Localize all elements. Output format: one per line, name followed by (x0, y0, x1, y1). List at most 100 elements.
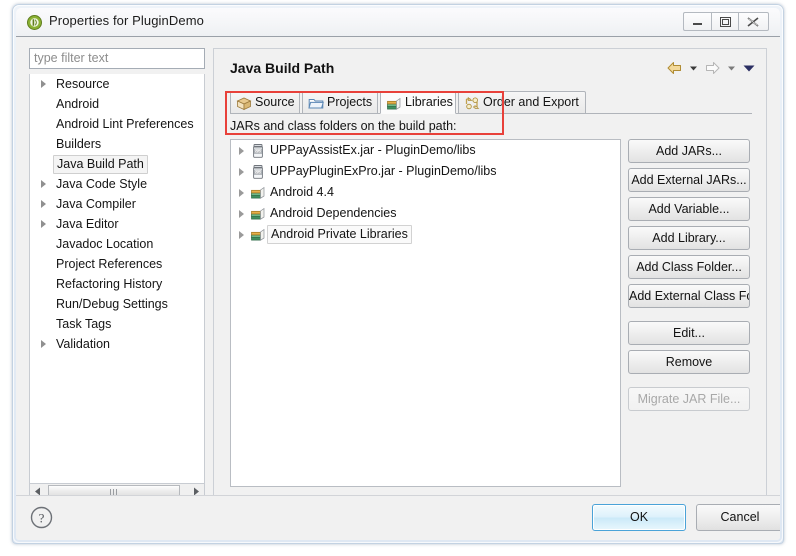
jar-icon: 010 (250, 143, 266, 159)
sidebar-item-task-tags[interactable]: Task Tags (30, 314, 204, 334)
jar-list[interactable]: 010 UPPayAssistEx.jar - PluginDemo/libs 01… (230, 139, 621, 487)
properties-dialog: Properties for PluginDemo type filter te… (16, 8, 780, 540)
sidebar-item-label: Javadoc Location (56, 237, 154, 251)
folder-icon (308, 96, 324, 111)
migrate-jar-file-button: Migrate JAR File... (628, 387, 750, 411)
tab-label: Source (255, 95, 295, 109)
ok-button[interactable]: OK (592, 504, 686, 531)
chevron-right-icon[interactable] (41, 220, 46, 228)
add-external-jars-button[interactable]: Add External JARs... (628, 168, 750, 192)
chevron-right-icon[interactable] (41, 80, 46, 88)
library-entry-label: UPPayPluginExPro.jar - PluginDemo/libs (270, 164, 497, 178)
sidebar-item-label: Android (56, 97, 100, 111)
sidebar-item-label: Run/Debug Settings (56, 297, 168, 311)
sidebar-item-java-build-path[interactable]: Java Build Path (30, 154, 204, 174)
sidebar-item-android[interactable]: Android (30, 94, 204, 114)
sidebar-item-resource[interactable]: Resource (30, 74, 204, 94)
sidebar-item-label: Android Lint Preferences (56, 117, 194, 131)
java-build-path-pane: Java Build Path Source Projects Librarie… (213, 48, 767, 501)
table-row[interactable]: Android 4.4 (231, 182, 620, 203)
chevron-right-icon[interactable] (239, 147, 244, 155)
list-caption: JARs and class folders on the build path… (230, 119, 457, 133)
order-export-icon (464, 96, 480, 111)
sidebar-item-refactoring-history[interactable]: Refactoring History (30, 274, 204, 294)
tab-source[interactable]: Source (230, 91, 300, 114)
tab-libraries[interactable]: Libraries (380, 91, 456, 114)
back-dropdown-icon[interactable] (688, 60, 699, 81)
tab-label: Order and Export (483, 95, 579, 109)
title-bar[interactable]: Properties for PluginDemo (16, 8, 780, 37)
add-variable-button[interactable]: Add Variable... (628, 197, 750, 221)
library-entry-label: UPPayAssistEx.jar - PluginDemo/libs (270, 143, 476, 157)
add-jars-button[interactable]: Add JARs... (628, 139, 750, 163)
sidebar-item-label: Validation (56, 337, 110, 351)
chevron-right-icon[interactable] (239, 210, 244, 218)
search-input[interactable]: type filter text (29, 48, 205, 69)
sidebar-item-java-compiler[interactable]: Java Compiler (30, 194, 204, 214)
library-books-icon (386, 96, 402, 111)
sidebar-item-label: Refactoring History (56, 277, 163, 291)
tab-label: Libraries (405, 95, 453, 109)
library-entry-label: Android Private Libraries (267, 225, 412, 244)
add-external-class-folder-button[interactable]: Add External Class Folder... (628, 284, 750, 308)
sidebar-item-android-lint-preferences[interactable]: Android Lint Preferences (30, 114, 204, 134)
dialog-body: type filter text Resource Android Android … (16, 37, 780, 501)
close-icon[interactable] (739, 12, 769, 31)
library-entry-label: Android 4.4 (270, 185, 334, 199)
sidebar-item-project-references[interactable]: Project References (30, 254, 204, 274)
library-books-icon (250, 185, 266, 201)
chevron-right-icon[interactable] (41, 340, 46, 348)
maximize-icon[interactable] (711, 12, 739, 31)
sidebar-item-label: Task Tags (56, 317, 112, 331)
settings-tree[interactable]: Resource Android Android Lint Preferences B… (29, 74, 205, 484)
dialog-footer: ? OK Cancel (16, 495, 780, 540)
library-books-icon (250, 227, 266, 243)
window-title: Properties for PluginDemo (49, 13, 204, 28)
edit-button[interactable]: Edit... (628, 321, 750, 345)
remove-button[interactable]: Remove (628, 350, 750, 374)
forward-dropdown-icon[interactable] (726, 60, 737, 81)
desktop-background: Properties for PluginDemo type filter te… (0, 0, 796, 556)
library-entry-label: Android Dependencies (270, 206, 397, 220)
svg-text:010: 010 (255, 149, 262, 154)
chevron-right-icon[interactable] (41, 200, 46, 208)
back-arrow-icon[interactable] (666, 60, 683, 81)
cancel-button[interactable]: Cancel (696, 504, 780, 531)
eclipse-green-circle-icon (27, 15, 42, 30)
build-path-tabs: Source Projects Libraries Order and Export (230, 91, 752, 114)
sidebar-item-java-code-style[interactable]: Java Code Style (30, 174, 204, 194)
sidebar-item-validation[interactable]: Validation (30, 334, 204, 354)
help-question-icon[interactable]: ? (30, 506, 53, 529)
tab-label: Projects (327, 95, 373, 109)
sidebar-item-label: Java Build Path (53, 155, 148, 174)
table-row[interactable]: 010 UPPayPluginExPro.jar - PluginDemo/lib… (231, 161, 620, 182)
sidebar-item-label: Project References (56, 257, 163, 271)
add-class-folder-button[interactable]: Add Class Folder... (628, 255, 750, 279)
tab-projects[interactable]: Projects (302, 91, 378, 114)
add-library-button[interactable]: Add Library... (628, 226, 750, 250)
sidebar-item-java-editor[interactable]: Java Editor (30, 214, 204, 234)
minimize-icon[interactable] (683, 12, 711, 31)
chevron-right-icon[interactable] (239, 189, 244, 197)
sidebar-item-label: Java Compiler (56, 197, 136, 211)
sidebar-item-javadoc-location[interactable]: Javadoc Location (30, 234, 204, 254)
table-row[interactable]: 010 UPPayAssistEx.jar - PluginDemo/libs (231, 140, 620, 161)
table-row[interactable]: Android Dependencies (231, 203, 620, 224)
page-title: Java Build Path (230, 60, 335, 76)
tab-order-and-export[interactable]: Order and Export (458, 91, 586, 114)
chevron-right-icon[interactable] (239, 231, 244, 239)
library-books-icon (250, 206, 266, 222)
table-row[interactable]: Android Private Libraries (231, 224, 620, 245)
sidebar-item-label: Builders (56, 137, 102, 151)
forward-arrow-icon[interactable] (704, 60, 721, 81)
chevron-right-icon[interactable] (41, 180, 46, 188)
navigation-arrows (661, 60, 756, 80)
sidebar-item-run-debug-settings[interactable]: Run/Debug Settings (30, 294, 204, 314)
sidebar-item-label: Java Code Style (56, 177, 148, 191)
view-menu-icon[interactable] (742, 60, 756, 81)
svg-text:010: 010 (255, 170, 262, 175)
sidebar-item-builders[interactable]: Builders (30, 134, 204, 154)
chevron-right-icon[interactable] (239, 168, 244, 176)
sidebar-item-label: Java Editor (56, 217, 119, 231)
source-package-icon (236, 96, 252, 111)
